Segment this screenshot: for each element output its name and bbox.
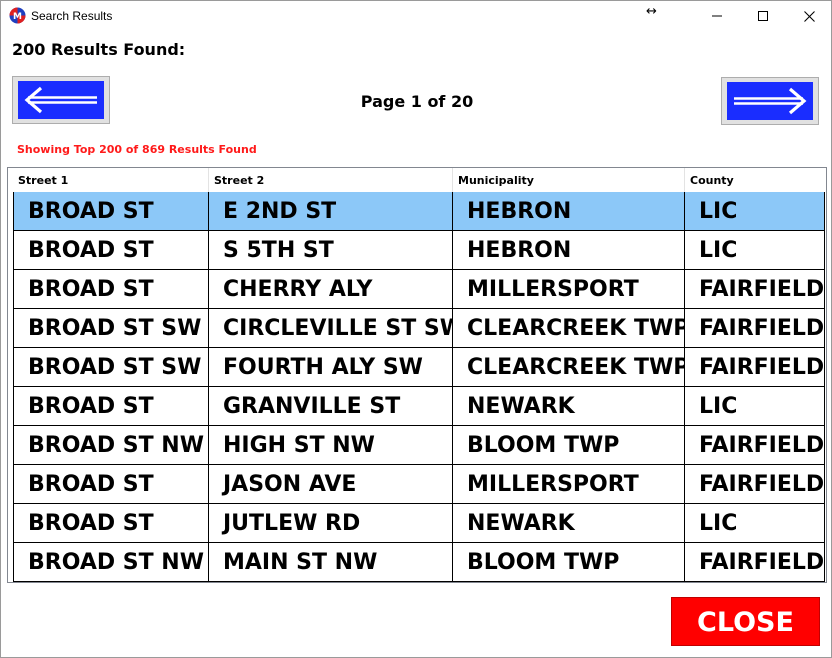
cell-municipality: HEBRON (453, 231, 685, 270)
cell-county: FAIRFIELD (685, 348, 825, 387)
cell-street-2: MAIN ST NW (209, 543, 453, 582)
cell-street-2: S 5TH ST (209, 231, 453, 270)
resize-icon: ↔ (646, 4, 657, 19)
cell-municipality: CLEARCREEK TWP (453, 309, 685, 348)
next-page-button[interactable] (721, 77, 819, 125)
cell-street-2: FOURTH ALY SW (209, 348, 453, 387)
table-row[interactable]: BROAD ST NW HIGH ST NW BLOOM TWP FAIRFIE… (13, 426, 825, 465)
table-row[interactable]: BROAD ST S 5TH ST HEBRON LIC (13, 231, 825, 270)
cell-street-2: GRANVILLE ST (209, 387, 453, 426)
results-table[interactable]: Street 1 Street 2 Municipality County BR… (7, 167, 827, 583)
showing-results-text: Showing Top 200 of 869 Results Found (17, 143, 257, 156)
window-title: Search Results (31, 9, 113, 23)
cell-municipality: CLEARCREEK TWP (453, 348, 685, 387)
cell-county: LIC (685, 387, 825, 426)
column-header-county[interactable]: County (685, 168, 825, 192)
next-page-button-face (727, 82, 813, 120)
column-header-street-1[interactable]: Street 1 (13, 168, 209, 192)
page-indicator: Page 1 of 20 (360, 92, 474, 111)
table-row[interactable]: BROAD ST E 2ND ST HEBRON LIC (13, 192, 825, 231)
table-row[interactable]: BROAD ST JUTLEW RD NEWARK LIC (13, 504, 825, 543)
minimize-icon (712, 15, 722, 17)
column-header-municipality[interactable]: Municipality (453, 168, 685, 192)
cell-street-1: BROAD ST (13, 504, 209, 543)
cell-municipality: BLOOM TWP (453, 426, 685, 465)
cell-county: LIC (685, 504, 825, 543)
cell-street-2: HIGH ST NW (209, 426, 453, 465)
table-row[interactable]: BROAD ST GRANVILLE ST NEWARK LIC (13, 387, 825, 426)
table-row[interactable]: BROAD ST CHERRY ALY MILLERSPORT FAIRFIEL… (13, 270, 825, 309)
table-row[interactable]: BROAD ST SW CIRCLEVILLE ST SW CLEARCREEK… (13, 309, 825, 348)
cell-street-1: BROAD ST (13, 465, 209, 504)
title-bar[interactable]: M Search Results ↔ (1, 1, 831, 31)
cell-municipality: NEWARK (453, 504, 685, 543)
cell-municipality: NEWARK (453, 387, 685, 426)
cell-county: LIC (685, 192, 825, 231)
cell-county: FAIRFIELD (685, 309, 825, 348)
cell-municipality: HEBRON (453, 192, 685, 231)
cell-street-2: CHERRY ALY (209, 270, 453, 309)
arrow-right-icon (734, 87, 807, 115)
cell-street-2: CIRCLEVILLE ST SW (209, 309, 453, 348)
close-button[interactable]: CLOSE (671, 597, 820, 646)
cell-municipality: BLOOM TWP (453, 543, 685, 582)
close-icon (803, 10, 815, 22)
maximize-button[interactable] (740, 1, 786, 31)
column-header-street-2[interactable]: Street 2 (209, 168, 453, 192)
maximize-icon (758, 11, 768, 21)
cell-street-1: BROAD ST NW (13, 543, 209, 582)
cell-street-1: BROAD ST (13, 231, 209, 270)
cell-county: FAIRFIELD (685, 465, 825, 504)
cell-county: LIC (685, 231, 825, 270)
table-row[interactable]: BROAD ST SW FOURTH ALY SW CLEARCREEK TWP… (13, 348, 825, 387)
cell-municipality: MILLERSPORT (453, 270, 685, 309)
results-count-label: 200 Results Found: (12, 40, 186, 59)
search-results-window: M Search Results ↔ 200 Results Found: Pa… (0, 0, 832, 658)
svg-text:M: M (13, 12, 22, 22)
table-row[interactable]: BROAD ST JASON AVE MILLERSPORT FAIRFIELD (13, 465, 825, 504)
cell-street-1: BROAD ST (13, 270, 209, 309)
cell-street-1: BROAD ST SW (13, 348, 209, 387)
table-body: BROAD ST E 2ND ST HEBRON LIC BROAD ST S … (13, 192, 825, 582)
cell-street-2: JASON AVE (209, 465, 453, 504)
cell-county: FAIRFIELD (685, 270, 825, 309)
cell-county: FAIRFIELD (685, 426, 825, 465)
cell-street-2: JUTLEW RD (209, 504, 453, 543)
cell-street-2: E 2ND ST (209, 192, 453, 231)
table-row[interactable]: BROAD ST NW MAIN ST NW BLOOM TWP FAIRFIE… (13, 543, 825, 582)
app-logo-icon: M (9, 7, 26, 24)
table-header: Street 1 Street 2 Municipality County (8, 168, 826, 192)
cell-street-1: BROAD ST (13, 192, 209, 231)
window-close-button[interactable] (786, 1, 831, 31)
cell-street-1: BROAD ST (13, 387, 209, 426)
cell-street-1: BROAD ST NW (13, 426, 209, 465)
cell-street-1: BROAD ST SW (13, 309, 209, 348)
cell-county: FAIRFIELD (685, 543, 825, 582)
cell-municipality: MILLERSPORT (453, 465, 685, 504)
minimize-button[interactable] (694, 1, 740, 31)
